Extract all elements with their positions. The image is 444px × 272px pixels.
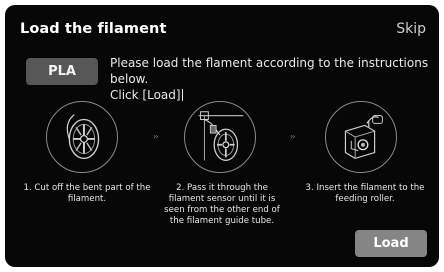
text-cursor xyxy=(181,89,183,101)
step-separator-2: ›› xyxy=(290,132,296,141)
instruction-line-1: Please load the flament according to the… xyxy=(110,56,429,86)
filament-spool-icon xyxy=(46,101,118,173)
material-pla-button[interactable]: PLA xyxy=(26,58,98,85)
page-title: Load the filament xyxy=(20,21,167,37)
skip-button[interactable]: Skip xyxy=(396,21,426,37)
load-filament-screen: Load the filament Skip PLA Please load t… xyxy=(5,5,439,267)
step-3-text: 3. Insert the filament to the feeding ro… xyxy=(305,183,425,204)
instruction-text: Please load the flament according to the… xyxy=(110,55,439,103)
filament-sensor-icon xyxy=(184,101,256,173)
step-2-text: 2. Pass it through the filament sensor u… xyxy=(164,183,280,226)
load-button[interactable]: Load xyxy=(355,230,427,257)
instruction-line-2: Click [Load] xyxy=(110,88,181,102)
feeding-roller-icon xyxy=(325,101,397,173)
step-1-text: 1. Cut off the bent part of the filament… xyxy=(23,183,151,204)
step-separator-1: ›› xyxy=(153,132,159,141)
